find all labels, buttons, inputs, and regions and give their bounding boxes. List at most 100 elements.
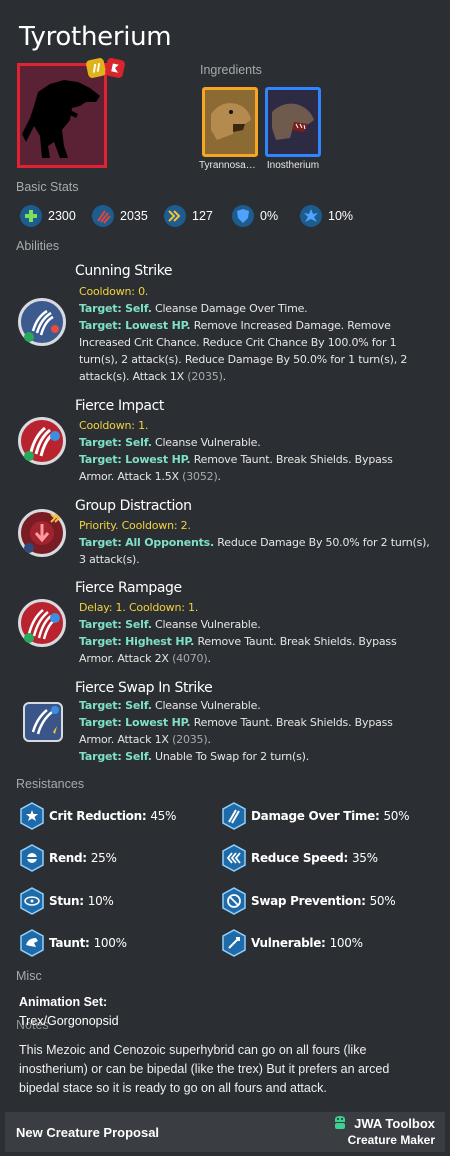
ability-cooldown: Delay: 1. Cooldown: 1. bbox=[79, 601, 199, 614]
swap-prevention-icon bbox=[222, 887, 246, 915]
resistance-label: Stun: bbox=[49, 894, 84, 908]
notes-text: This Mezoic and Cenozoic superhybrid can… bbox=[19, 1043, 390, 1095]
resistance-value: 100% bbox=[329, 936, 363, 950]
ability-effect-end: . bbox=[217, 470, 222, 483]
resistance-value: 100% bbox=[93, 936, 127, 950]
footer-title: New Creature Proposal bbox=[16, 1125, 160, 1140]
resistance-label: Vulnerable: bbox=[251, 936, 326, 950]
ability-description: Priority. Cooldown: 2. Target: All Oppon… bbox=[79, 517, 431, 568]
damage-icon bbox=[92, 205, 114, 227]
resistance-taunt: Taunt: 100% bbox=[20, 929, 127, 957]
group-distraction-icon[interactable] bbox=[18, 509, 66, 557]
resistance-label: Taunt: bbox=[49, 936, 90, 950]
taunt-icon bbox=[20, 929, 44, 957]
ability-name: Cunning Strike bbox=[75, 263, 173, 279]
inostherium-portrait-icon bbox=[268, 90, 318, 154]
resistance-value: 35% bbox=[351, 851, 378, 865]
stat-health: 2300 bbox=[20, 204, 76, 228]
footer-bar: New Creature Proposal JWA Toolbox Creatu… bbox=[5, 1112, 445, 1152]
ability-effect: Cleanse Damage Over Time. bbox=[151, 302, 308, 315]
resistance-swap-prevention: Swap Prevention: 50% bbox=[222, 887, 396, 915]
resistance-value: 10% bbox=[87, 894, 114, 908]
ability-target: Target: Lowest HP. bbox=[79, 453, 191, 466]
class-badge-icon bbox=[85, 57, 107, 79]
footer-brand[interactable]: JWA Toolbox Creature Maker bbox=[332, 1115, 435, 1147]
resistance-label: Swap Prevention: bbox=[251, 894, 366, 908]
ability-description: Target: Self. Cleanse Vulnerable. Target… bbox=[79, 697, 431, 765]
ability-target: Target: Self. bbox=[79, 618, 152, 631]
fierce-impact-icon[interactable] bbox=[18, 417, 66, 465]
ingredient-card-tyrannosaurus[interactable] bbox=[202, 87, 258, 157]
health-icon bbox=[20, 205, 42, 227]
ability-description: Cooldown: 1. Target: Self. Cleanse Vulne… bbox=[79, 417, 431, 485]
misc-label: Misc bbox=[16, 969, 42, 983]
ingredient-name: Inostherium bbox=[266, 160, 320, 171]
ability-effect-end: . bbox=[222, 370, 227, 383]
ability-target: Target: Self. bbox=[79, 699, 152, 712]
stat-value: 2035 bbox=[120, 209, 148, 223]
resistance-stun: Stun: 10% bbox=[20, 887, 114, 915]
crit-icon bbox=[300, 205, 322, 227]
ability-target: Target: Highest HP. bbox=[79, 635, 195, 648]
ability-target: Target: Self. bbox=[79, 436, 152, 449]
fierce-rampage-icon[interactable] bbox=[18, 599, 66, 647]
ability-target: Target: All Opponents. bbox=[79, 536, 215, 549]
resistance-value: 50% bbox=[383, 809, 410, 823]
stat-damage: 2035 bbox=[92, 204, 148, 228]
animation-set-value: Trex/Gorgonopsid bbox=[19, 1014, 119, 1028]
speed-icon bbox=[164, 205, 186, 227]
resistance-value: 50% bbox=[369, 894, 396, 908]
resistance-damage-over-time: Damage Over Time: 50% bbox=[222, 802, 410, 830]
hybrid-badge-icon bbox=[104, 57, 126, 79]
fierce-swap-in-strike-icon[interactable] bbox=[23, 702, 63, 742]
reduce-speed-icon bbox=[222, 844, 246, 872]
armor-icon bbox=[232, 205, 254, 227]
ability-description: Delay: 1. Cooldown: 1. Target: Self. Cle… bbox=[79, 599, 431, 667]
rend-icon bbox=[20, 844, 44, 872]
ability-damage: (2035) bbox=[187, 370, 223, 383]
footer-brand-name: JWA Toolbox bbox=[354, 1115, 435, 1131]
damage-over-time-icon bbox=[222, 802, 246, 830]
creature-silhouette-icon bbox=[22, 80, 100, 158]
ability-target: Target: Lowest HP. bbox=[79, 716, 191, 729]
cunning-strike-icon[interactable] bbox=[18, 298, 66, 346]
abilities-label: Abilities bbox=[16, 239, 60, 253]
resistance-label: Reduce Speed: bbox=[251, 851, 348, 865]
resistances-label: Resistances bbox=[16, 777, 85, 791]
animation-set-title: Animation Set: bbox=[19, 995, 108, 1009]
creature-portrait bbox=[17, 57, 126, 168]
stat-value: 2300 bbox=[48, 209, 76, 223]
ingredient-name: Tyrannosau… bbox=[199, 160, 261, 171]
resistance-label: Damage Over Time: bbox=[251, 809, 380, 823]
ability-damage: (4070) bbox=[172, 652, 208, 665]
ability-effect: Cleanse Vulnerable. bbox=[151, 699, 261, 712]
ability-cooldown: Cooldown: 0. bbox=[79, 285, 149, 298]
vulnerable-icon bbox=[222, 929, 246, 957]
stat-crit: 10% bbox=[300, 204, 353, 228]
stat-value: 0% bbox=[260, 209, 279, 223]
resistance-value: 45% bbox=[150, 809, 177, 823]
ability-name: Fierce Impact bbox=[75, 398, 164, 414]
ability-effect: Cleanse Vulnerable. bbox=[151, 436, 261, 449]
stat-speed: 127 bbox=[164, 204, 213, 228]
ability-effect-end: . bbox=[207, 652, 211, 665]
basic-stats-label: Basic Stats bbox=[16, 180, 79, 194]
ability-target: Target: Self. bbox=[79, 750, 152, 763]
creature-title: Tyrotherium bbox=[19, 22, 172, 52]
stat-value: 127 bbox=[192, 209, 213, 223]
ingredients-label: Ingredients bbox=[200, 63, 262, 77]
ability-target: Target: Lowest HP. bbox=[79, 319, 191, 332]
ability-effect: Cleanse Vulnerable. bbox=[151, 618, 261, 631]
resistance-label: Rend: bbox=[49, 851, 87, 865]
ability-effect: Unable To Swap for 2 turn(s). bbox=[151, 750, 310, 763]
ability-damage: (2035) bbox=[172, 733, 208, 746]
resistance-crit-reduction: Crit Reduction: 45% bbox=[20, 802, 176, 830]
ability-description: Cooldown: 0. Target: Self. Cleanse Damag… bbox=[79, 283, 431, 385]
ability-cooldown: Priority. Cooldown: 2. bbox=[79, 519, 191, 532]
crit-reduction-icon bbox=[20, 802, 44, 830]
resistance-value: 25% bbox=[90, 851, 117, 865]
resistance-vulnerable: Vulnerable: 100% bbox=[222, 929, 363, 957]
ingredient-card-inostherium[interactable] bbox=[265, 87, 321, 157]
stat-value: 10% bbox=[328, 209, 354, 223]
resistance-label: Crit Reduction: bbox=[49, 809, 147, 823]
